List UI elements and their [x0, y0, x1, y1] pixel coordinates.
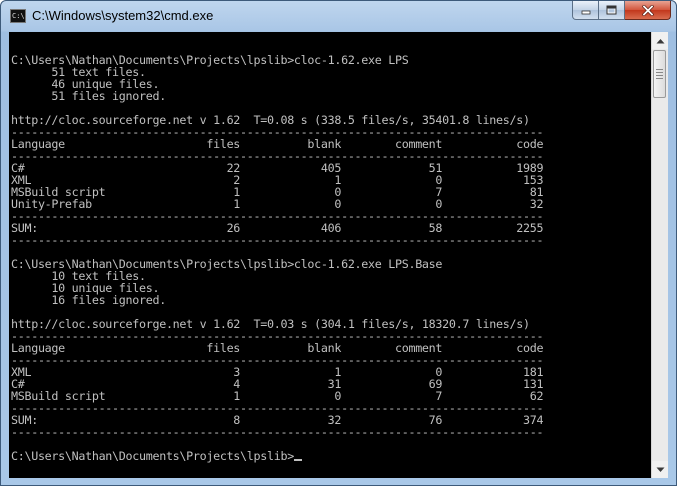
window-title: C:\Windows\system32\cmd.exe	[32, 8, 214, 23]
maximize-icon	[606, 5, 617, 15]
console-app-icon[interactable]: C:\	[10, 9, 26, 23]
scroll-up-arrow-icon	[656, 38, 664, 43]
minimize-icon	[581, 10, 590, 15]
console-line: 16 files ignored.	[11, 293, 166, 307]
console-app-icon-glyph: C:\	[12, 12, 25, 20]
minimize-button[interactable]	[572, 1, 599, 20]
vertical-scrollbar[interactable]	[651, 32, 668, 478]
console-text: C:\Users\Nathan\Documents\Projects\lpsli…	[9, 32, 651, 462]
title-bar[interactable]: C:\ C:\Windows\system32\cmd.exe	[1, 1, 676, 32]
close-button[interactable]	[625, 1, 671, 20]
scroll-down-button[interactable]	[652, 461, 668, 478]
console-line: ----------------------------------------…	[11, 233, 544, 247]
scrollbar-thumb[interactable]	[653, 50, 666, 98]
scroll-up-button[interactable]	[652, 32, 668, 49]
console-output-area[interactable]: C:\Users\Nathan\Documents\Projects\lpsli…	[9, 32, 651, 478]
maximize-button[interactable]	[599, 1, 625, 20]
thumb-grip-line	[656, 78, 663, 79]
console-window: C:\ C:\Windows\system32\cmd.exe C:\Users…	[0, 0, 677, 486]
console-line: ----------------------------------------…	[11, 425, 544, 439]
text-cursor	[293, 459, 302, 461]
close-icon	[641, 4, 654, 16]
console-line: C:\Users\Nathan\Documents\Projects\lpsli…	[11, 450, 651, 462]
thumb-grip-line	[656, 72, 663, 73]
thumb-grip-line	[656, 69, 663, 70]
caption-buttons	[572, 1, 671, 21]
scroll-down-arrow-icon	[656, 467, 664, 472]
console-line: 51 files ignored.	[11, 89, 166, 103]
thumb-grip-line	[656, 75, 663, 76]
